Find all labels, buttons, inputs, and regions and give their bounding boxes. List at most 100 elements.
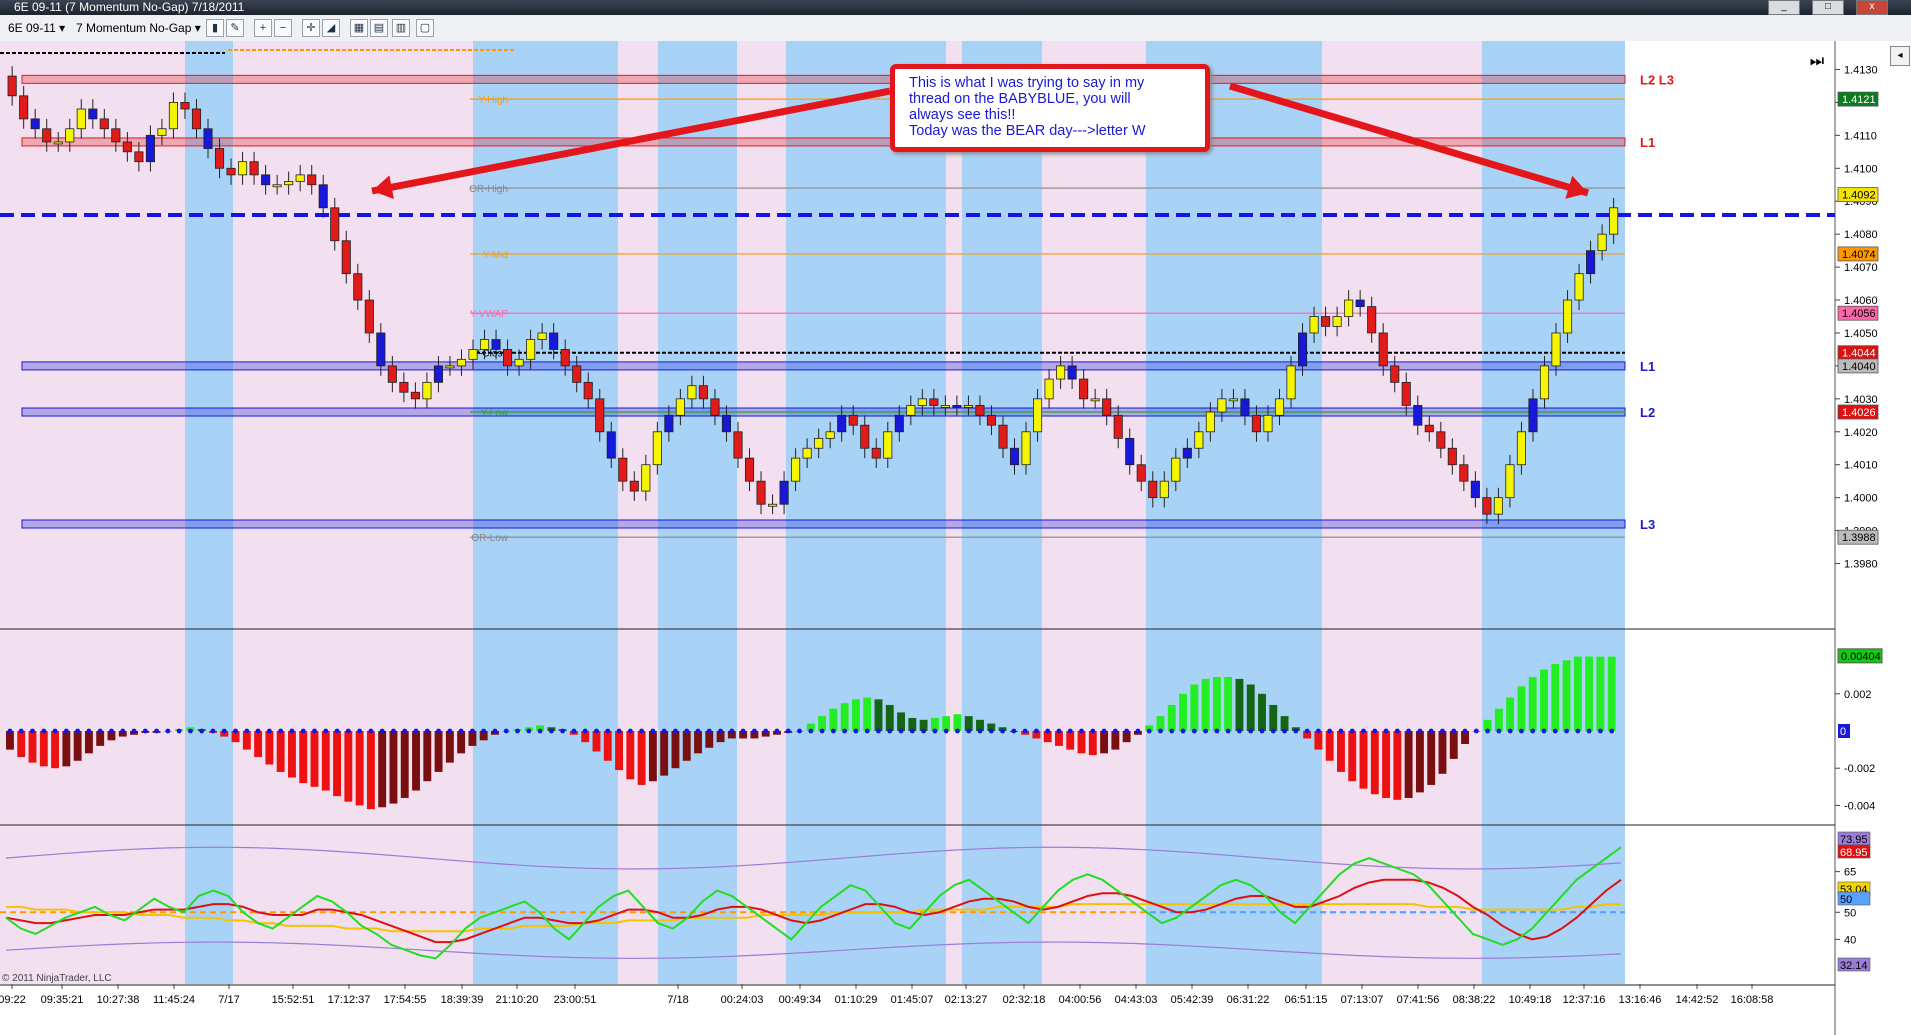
time-tick-label: 18:39:39 [441,994,484,1006]
candle [318,184,328,209]
candle [641,464,651,492]
zero-dot [763,728,769,734]
chart-canvas[interactable]: L2 L3L1L1L2L3Y-HighOR-HighY-MidY-VWAPY-C… [0,41,1911,1035]
maximize-button[interactable]: □ [1812,0,1844,15]
zero-dot [210,728,216,734]
candle [560,349,570,367]
session-stripe [962,41,1042,984]
candle [111,128,121,143]
zero-dot [943,728,949,734]
candle [376,332,386,367]
properties-icon[interactable]: ▥ [392,19,410,37]
zero-dot [515,728,520,734]
time-tick-label: 12:37:16 [1563,994,1606,1006]
candle [629,480,639,492]
crosshair-icon[interactable]: ✛ [302,19,320,37]
zoom-in-icon[interactable]: + [254,19,272,37]
candle [1609,207,1619,235]
candle [295,174,305,182]
candle [837,414,847,433]
close-button[interactable]: x [1856,0,1888,15]
indicators-icon[interactable]: ▦ [350,19,368,37]
candle [779,480,789,505]
zero-dot [1079,728,1084,734]
zero-dot [1293,728,1299,734]
candle [1586,250,1596,275]
zero-dot [864,728,870,734]
zero-dot [63,728,69,734]
zero-dot [955,728,960,734]
candle [687,385,697,400]
zero-dot [898,728,904,734]
time-tick-label: 00:49:34 [779,994,822,1006]
zero-dot [345,728,351,734]
candle [514,358,524,367]
candle [1551,332,1561,367]
instrument-dropdown[interactable]: 6E 09-11 ▾ [4,20,69,36]
momentum-bar [445,731,454,763]
scroll-to-end-icon[interactable]: ⏭ [1806,52,1828,72]
candle [1182,447,1192,459]
price-label: 1.4026 [1842,407,1876,419]
zero-dot [120,728,126,734]
candle [1528,398,1538,433]
annotation-line: Today was the BEAR day--->letter W [909,123,1146,139]
session-stripe [658,41,737,984]
minimize-button[interactable]: _ [1768,0,1800,15]
candle [1505,464,1515,499]
momentum-bar [299,731,308,784]
price-tick-label: 1.4010 [1844,460,1878,472]
drawing-tools-icon[interactable]: ◢ [322,19,340,37]
time-tick-label: 7/17 [218,994,239,1006]
time-tick-label: 02:13:27 [945,994,988,1006]
zero-dot [718,728,723,734]
price-tick-label: 1.3980 [1844,559,1878,571]
candle [353,273,363,301]
candle [664,414,674,433]
color-picker-icon[interactable]: ✎ [226,19,244,37]
candle [675,398,685,416]
zero-dot [75,728,81,734]
candle [1217,398,1227,413]
candle [860,424,870,449]
zero-dot [988,728,994,734]
zero-dot [1575,728,1581,734]
momentum-bar [1088,731,1097,756]
zero-dot [887,728,893,734]
bar-chart-icon[interactable]: ▮ [206,19,224,37]
bar-type-dropdown[interactable]: 7 Momentum No-Gap ▾ [72,20,205,36]
zero-dot [391,728,396,734]
candle [883,431,893,459]
candle [410,391,420,400]
zero-dot [526,728,532,734]
time-tick-label: 04:00:56 [1059,994,1102,1006]
zero-dot [188,728,193,734]
zero-dot [199,728,205,734]
candle [825,431,835,439]
momentum-bar [84,731,93,754]
momentum-bar [1404,731,1413,798]
candle [145,134,155,163]
momentum-bar [1077,731,1086,754]
zero-dot [1101,728,1107,734]
price-tick-label: 1.4100 [1844,163,1878,175]
data-box-icon[interactable]: ▢ [416,19,434,37]
collapse-panel-button[interactable]: ◂ [1890,46,1910,66]
zero-dot [470,728,475,734]
candle [1482,497,1492,515]
momentum-bar [1415,731,1424,793]
momentum-bar [1573,656,1582,731]
zero-dot [289,728,295,734]
candle [1562,299,1573,334]
zero-dot [233,728,238,734]
zero-dot [1496,728,1502,734]
candle [191,108,202,130]
zero-dot [1011,728,1017,734]
price-label: 1.4044 [1842,348,1876,360]
zero-dot [808,728,814,734]
candle [940,405,950,408]
zero-dot [7,728,13,734]
strategies-icon[interactable]: ▤ [370,19,388,37]
momentum-bar [39,731,48,767]
zoom-out-icon[interactable]: − [274,19,292,37]
